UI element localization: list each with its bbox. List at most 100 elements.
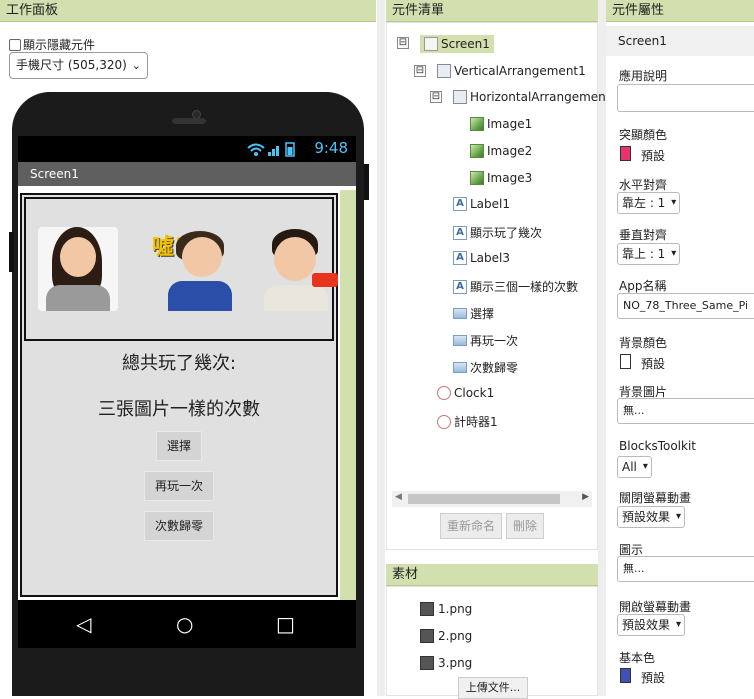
tree-item-select-button[interactable]: 選擇	[453, 305, 494, 322]
scroll-left-icon[interactable]: ◀	[395, 492, 402, 502]
tree-item-label: Label1	[470, 197, 511, 211]
collapse-toggle[interactable]: ⊟	[414, 65, 426, 77]
image2-preview[interactable]	[160, 227, 240, 311]
image-file-icon	[420, 656, 434, 670]
primary-color-label: 基本色	[619, 651, 656, 665]
tree-item-label: Screen1	[441, 37, 490, 51]
components-panel-header: 元件清單	[386, 0, 598, 22]
status-time: 9:48	[314, 139, 348, 157]
tree-item-reset-button[interactable]: 次數歸零	[453, 359, 518, 376]
collapse-toggle[interactable]: ⊟	[430, 91, 442, 103]
collapse-toggle[interactable]: ⊟	[397, 37, 409, 49]
media-item[interactable]: 1.png	[420, 602, 472, 616]
image-file-icon	[420, 602, 434, 616]
label1-preview: 總共玩了幾次:	[121, 353, 237, 374]
close-animation-select[interactable]: 預設效果	[617, 506, 686, 528]
tree-item-label: Image1	[487, 117, 533, 131]
back-icon[interactable]: ◁	[76, 612, 91, 636]
phone-status-bar: 9:48	[18, 136, 356, 162]
tree-item-label: Label3	[470, 251, 511, 265]
background-color-value[interactable]: 預設	[641, 355, 665, 372]
button-icon	[453, 362, 467, 373]
media-filename: 3.png	[438, 656, 473, 670]
horizontal-arrangement-preview[interactable]: 噓!	[24, 197, 338, 341]
scroll-right-icon[interactable]: ▶	[582, 492, 589, 502]
blocks-toolkit-select[interactable]: All	[617, 456, 652, 478]
media-panel-header: 素材	[386, 564, 598, 586]
tree-item-label: 顯示三個一樣的次數	[470, 280, 579, 294]
align-vertical-label: 垂直對齊	[619, 228, 668, 242]
icon-input[interactable]: 無...	[617, 556, 754, 582]
image-icon	[470, 144, 484, 158]
scrollbar-thumb[interactable]	[408, 494, 560, 504]
clock-icon	[437, 414, 451, 429]
tree-item-image3[interactable]: Image3	[470, 171, 532, 185]
tree-item-label: Clock1	[454, 386, 495, 400]
tree-item-image1[interactable]: Image1	[470, 117, 532, 131]
button-icon	[453, 308, 467, 319]
shirt-shape	[168, 281, 232, 311]
open-animation-select[interactable]: 預設效果	[617, 614, 686, 636]
snack-package	[312, 273, 338, 287]
checkbox-box[interactable]	[9, 38, 21, 51]
tree-item-show-play-count[interactable]: A 顯示玩了幾次	[453, 224, 542, 241]
phone-screen: 噓! 總共玩了幾次: 三張圖片一樣的次數 選擇 再玩一次 次數歸零	[18, 186, 356, 600]
accent-color-swatch[interactable]	[620, 146, 631, 161]
vertical-arrangement-preview[interactable]: 噓! 總共玩了幾次: 三張圖片一樣的次數 選擇 再玩一次 次數歸零	[20, 193, 338, 597]
recents-icon[interactable]: □	[276, 612, 295, 636]
tree-item-image2[interactable]: Image2	[470, 144, 532, 158]
select-button-preview[interactable]: 選擇	[156, 431, 202, 461]
reset-count-button-preview[interactable]: 次數歸零	[144, 511, 214, 541]
media-item[interactable]: 2.png	[420, 629, 472, 643]
open-animation-label: 開啟螢幕動畫	[619, 600, 692, 614]
app-name-input[interactable]: NO_78_Three_Same_Pi	[617, 293, 754, 319]
properties-panel-header: 元件屬性	[606, 0, 754, 22]
phone-nav-bar: ◁ ○ □	[18, 600, 356, 648]
close-animation-label: 關閉螢幕動畫	[619, 491, 692, 505]
replay-button-preview[interactable]: 再玩一次	[144, 471, 214, 501]
tree-item-label: HorizontalArrangemen	[470, 90, 606, 104]
background-color-swatch[interactable]	[620, 354, 631, 369]
tree-item-label: 次數歸零	[470, 361, 519, 375]
rename-button[interactable]: 重新命名	[440, 513, 502, 539]
image-icon	[470, 117, 484, 131]
tree-item-label3[interactable]: A Label3	[453, 251, 510, 265]
tree-item-clock1[interactable]: Clock1	[437, 386, 494, 400]
primary-color-swatch[interactable]	[620, 668, 631, 683]
tree-item-replay-button[interactable]: 再玩一次	[453, 332, 518, 349]
shirt-shape	[264, 285, 328, 311]
show-hidden-checkbox[interactable]: 顯示隱藏元件	[9, 36, 95, 53]
primary-color-value[interactable]: 預設	[641, 669, 665, 686]
home-icon[interactable]: ○	[176, 612, 193, 636]
tree-item-label1[interactable]: A Label1	[453, 197, 510, 211]
image-file-icon	[420, 629, 434, 643]
chevron-down-icon: ⌄	[131, 59, 141, 72]
tree-item-horizontalarrangement1[interactable]: HorizontalArrangemen	[453, 90, 606, 104]
align-horizontal-label: 水平對齊	[619, 178, 668, 192]
tree-horizontal-scrollbar[interactable]: ◀ ▶	[392, 491, 592, 507]
tree-item-label: 選擇	[470, 307, 495, 321]
label-icon: A	[453, 225, 467, 240]
button-icon	[453, 335, 467, 346]
panel-divider[interactable]	[377, 0, 385, 696]
volume-button	[9, 232, 14, 272]
about-screen-input[interactable]	[617, 84, 754, 112]
vertical-arrangement-icon	[437, 64, 451, 78]
device-size-select[interactable]: 手機尺寸 (505,320) ⌄	[9, 52, 148, 79]
align-horizontal-select[interactable]: 靠左 : 1	[617, 192, 681, 214]
tree-item-show-same-count[interactable]: A 顯示三個一樣的次數	[453, 278, 578, 295]
delete-button[interactable]: 刪除	[506, 513, 544, 539]
background-image-input[interactable]: 無...	[617, 398, 754, 424]
image1-preview[interactable]	[38, 227, 118, 311]
panel-divider[interactable]	[598, 0, 606, 696]
tree-item-label: Image2	[487, 144, 533, 158]
speaker-grille	[172, 118, 206, 124]
image3-preview[interactable]	[260, 227, 340, 311]
media-item[interactable]: 3.png	[420, 656, 472, 670]
align-vertical-select[interactable]: 靠上 : 1	[617, 243, 681, 265]
tree-item-timer1[interactable]: 計時器1	[437, 413, 498, 430]
accent-color-value[interactable]: 預設	[641, 147, 665, 164]
tree-item-screen1[interactable]: Screen1	[420, 35, 494, 53]
phone-bottom-bezel	[12, 648, 364, 696]
tree-item-verticalarrangement1[interactable]: VerticalArrangement1	[437, 64, 586, 78]
